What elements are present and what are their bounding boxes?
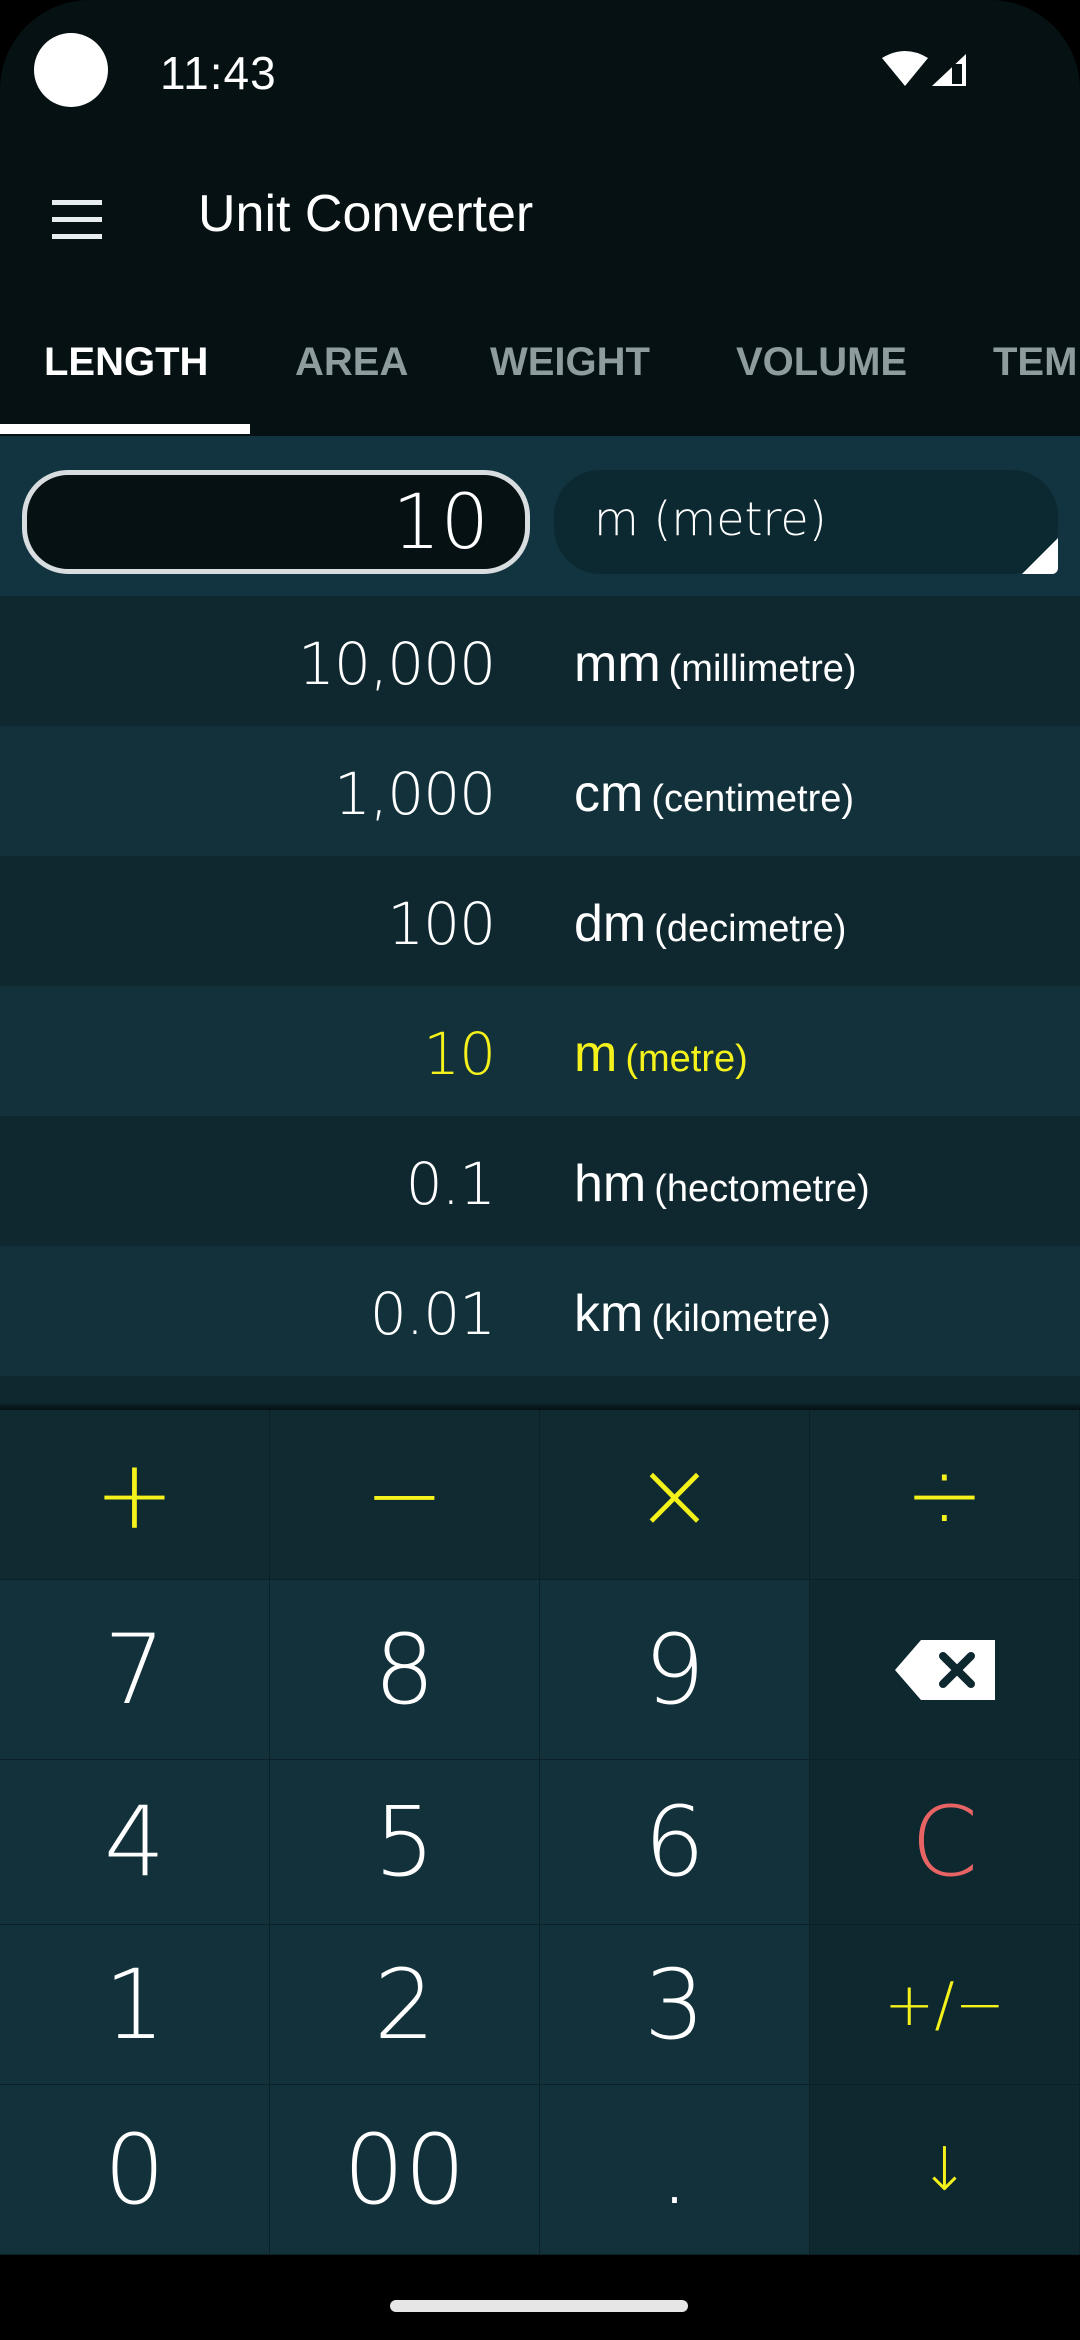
result-value: 100 [387,890,496,958]
key-decimal[interactable]: . [540,2085,810,2255]
input-area: 10 m (metre) [0,436,1080,596]
tab-weight[interactable]: WEIGHT [490,340,650,385]
result-unit: dm (decimetre) [574,894,846,954]
app-bar: Unit Converter [0,140,1080,290]
phone-screen: 11:43 Unit Converter LENGTH AREA WEIGHT … [0,0,1080,2340]
key-divide[interactable]: ÷ [810,1410,1080,1580]
result-row-hm[interactable]: 0.1 hm (hectometre) [0,1116,1080,1246]
result-row-mm[interactable]: 10,000 mm (millimetre) [0,596,1080,726]
unit-abbr: cm [574,765,644,823]
key-9[interactable]: 9 [540,1580,810,1760]
status-time: 11:43 [160,47,277,99]
active-tab-indicator [0,424,250,434]
unit-full-name: (centimetre) [651,778,855,820]
result-value: 10,000 [298,630,496,698]
result-unit: mm (millimetre) [574,634,857,694]
result-row-dm[interactable]: 100 dm (decimetre) [0,856,1080,986]
unit-abbr: m [574,1025,618,1083]
unit-full-name: (millimetre) [668,648,857,690]
navigation-bar [0,2255,1080,2340]
tab-area[interactable]: AREA [295,340,408,385]
key-subtract[interactable]: − [270,1410,540,1580]
tab-temperature[interactable]: TEM [993,340,1077,385]
wifi-icon [882,51,928,86]
result-row-m-selected[interactable]: 10 m (metre) [0,986,1080,1116]
key-3[interactable]: 3 [540,1925,810,2085]
status-bar: 11:43 [0,0,1080,140]
key-0[interactable]: 0 [0,2085,270,2255]
result-value: 10 [423,1020,496,1088]
calculator-keypad: + − × ÷ 7 8 9 4 5 6 C 1 2 3 +/− 0 00 . ↓ [0,1410,1080,2255]
unit-full-name: (decimetre) [654,908,847,950]
result-row-km[interactable]: 0.01 km (kilometre) [0,1246,1080,1376]
conversion-results-list: 10,000 mm (millimetre) 1,000 cm (centimetr… [0,596,1080,1410]
key-6[interactable]: 6 [540,1760,810,1925]
app-title: Unit Converter [198,185,534,243]
menu-button[interactable] [36,190,116,250]
key-4[interactable]: 4 [0,1760,270,1925]
key-multiply[interactable]: × [540,1410,810,1580]
result-unit: cm (centimetre) [574,764,854,824]
key-2[interactable]: 2 [270,1925,540,2085]
unit-full-name: (hectometre) [654,1168,870,1210]
result-unit: m (metre) [574,1024,748,1084]
key-enter-down[interactable]: ↓ [810,2085,1080,2255]
key-backspace[interactable] [810,1580,1080,1760]
unit-abbr: hm [574,1155,647,1213]
camera-cutout [34,33,108,107]
home-gesture-handle[interactable] [390,2300,688,2312]
result-unit: hm (hectometre) [574,1154,870,1214]
unit-abbr: dm [574,895,647,953]
unit-full-name: (metre) [625,1038,748,1080]
key-8[interactable]: 8 [270,1580,540,1760]
key-00[interactable]: 00 [270,2085,540,2255]
tab-length[interactable]: LENGTH [44,340,208,385]
result-value: 0.1 [405,1150,496,1218]
key-1[interactable]: 1 [0,1925,270,2085]
value-input[interactable]: 10 [22,470,530,574]
tab-volume[interactable]: VOLUME [736,340,907,385]
unit-dropdown[interactable]: m (metre) [554,470,1058,574]
unit-full-name: (kilometre) [651,1298,831,1340]
key-plus-minus[interactable]: +/− [810,1925,1080,2085]
unit-abbr: km [574,1285,644,1343]
backspace-icon [894,1639,995,1700]
status-icons [882,51,966,86]
key-5[interactable]: 5 [270,1760,540,1925]
key-7[interactable]: 7 [0,1580,270,1760]
key-clear[interactable]: C [810,1760,1080,1925]
category-tabs: LENGTH AREA WEIGHT VOLUME TEM [0,290,1080,436]
unit-abbr: mm [574,635,661,693]
key-add[interactable]: + [0,1410,270,1580]
unit-dropdown-value: m (metre) [594,492,827,546]
result-value: 0.01 [369,1280,496,1348]
result-row-cm[interactable]: 1,000 cm (centimetre) [0,726,1080,856]
dropdown-corner-icon [1022,538,1058,574]
result-value: 1,000 [333,760,496,828]
result-unit: km (kilometre) [574,1284,831,1344]
